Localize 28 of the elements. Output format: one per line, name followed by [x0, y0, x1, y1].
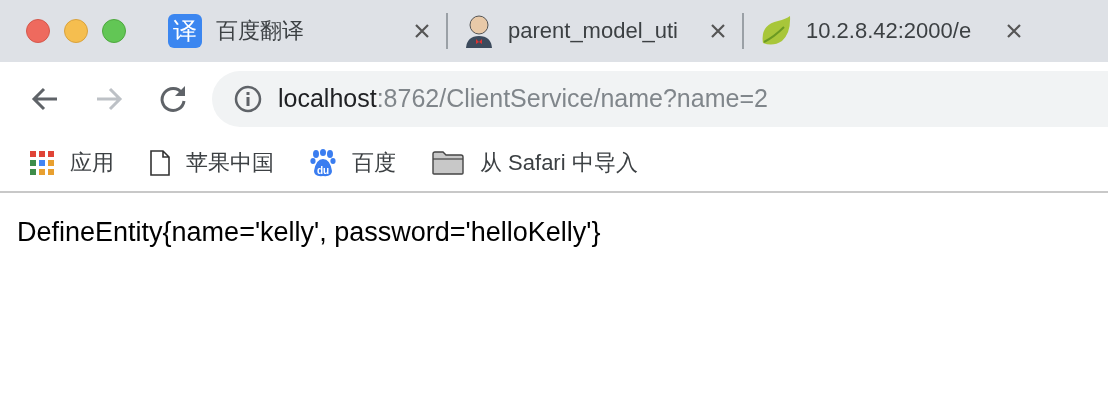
close-icon[interactable] — [414, 23, 430, 39]
bookmark-label: 苹果中国 — [186, 149, 274, 177]
folder-icon — [432, 151, 464, 175]
tab-title: 10.2.8.42:2000/e — [806, 18, 973, 44]
bookmark-item[interactable]: 应用 — [30, 148, 114, 178]
close-icon[interactable] — [710, 23, 726, 39]
bookmark-label: 从 Safari 中导入 — [480, 149, 638, 177]
browser-tab[interactable]: parent_model_uti — [454, 0, 736, 62]
bookmark-item[interactable]: 苹果中国 — [150, 148, 274, 178]
tab-title: 百度翻译 — [216, 17, 305, 45]
close-window-button[interactable] — [26, 19, 50, 43]
address-bar[interactable]: localhost:8762/ClientService/name?name=2 — [212, 70, 1108, 127]
bookmark-item[interactable]: 从 Safari 中导入 — [432, 148, 638, 178]
translate-icon: 译 — [168, 14, 202, 48]
leaf-icon — [760, 15, 792, 47]
browser-tab[interactable]: 译 百度翻译 — [158, 0, 440, 62]
response-text: DefineEntity{name='kelly', password='helloKelly'} — [17, 217, 601, 247]
apps-grid-icon — [30, 151, 54, 175]
tab-title: parent_model_uti — [508, 18, 679, 44]
page-icon — [150, 150, 170, 176]
bookmark-label: 应用 — [70, 149, 114, 177]
close-icon[interactable] — [1006, 23, 1022, 39]
url-text: localhost:8762/ClientService/name?name=2 — [278, 84, 768, 113]
bookmark-label: 百度 — [352, 149, 396, 177]
info-icon — [234, 84, 262, 113]
browser-tab[interactable]: 10.2.8.42:2000/e — [750, 0, 1032, 62]
avatar-icon — [464, 14, 494, 48]
bookmark-item[interactable]: du 百度 — [310, 148, 396, 178]
